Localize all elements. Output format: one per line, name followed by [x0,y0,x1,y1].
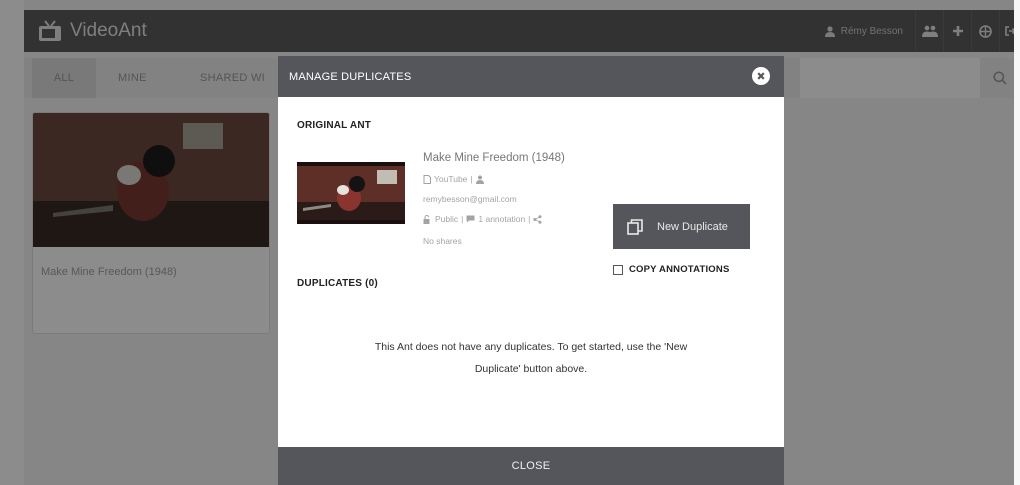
new-duplicate-label: New Duplicate [657,220,728,233]
comment-icon [466,215,475,223]
ant-title[interactable]: Make Mine Freedom (1948) [423,152,593,164]
modal-header: MANAGE DUPLICATES [278,56,784,97]
close-circle-icon[interactable] [752,67,770,85]
share-icon [533,214,542,224]
original-ant-heading: ORIGINAL ANT [297,120,372,131]
duplicates-heading: DUPLICATES (0) [297,278,378,289]
manage-duplicates-modal: MANAGE DUPLICATES ORIGINAL ANT Make Mine… [278,56,784,485]
close-label: CLOSE [511,460,551,472]
copy-annotations-label: COPY ANNOTATIONS [629,264,730,275]
page-edge [1014,0,1020,485]
checkbox-icon[interactable] [613,264,623,275]
modal-title: MANAGE DUPLICATES [289,70,412,83]
ant-stats-line: Public | 1 annotation | [423,214,593,224]
new-duplicate-button[interactable]: New Duplicate [613,204,750,249]
copy-icon [627,218,643,235]
ant-email: remybesson@gmail.com [423,194,517,204]
user-icon [475,175,484,184]
empty-message-line-2: Duplicate' button above. [474,363,588,375]
copy-annotations-toggle[interactable]: COPY ANNOTATIONS [613,264,730,275]
ant-thumbnail [297,162,405,224]
ant-source: YouTube [434,174,468,184]
empty-message-line-1: This Ant does not have any duplicates. T… [374,341,688,353]
ant-annotations: 1 annotation [478,214,526,224]
ant-visibility: Public [435,214,459,224]
unlock-icon [423,214,430,224]
ant-shares: No shares [423,236,462,246]
close-button[interactable]: CLOSE [278,447,784,485]
file-icon [423,174,431,184]
ant-source-line: YouTube | [423,174,593,184]
